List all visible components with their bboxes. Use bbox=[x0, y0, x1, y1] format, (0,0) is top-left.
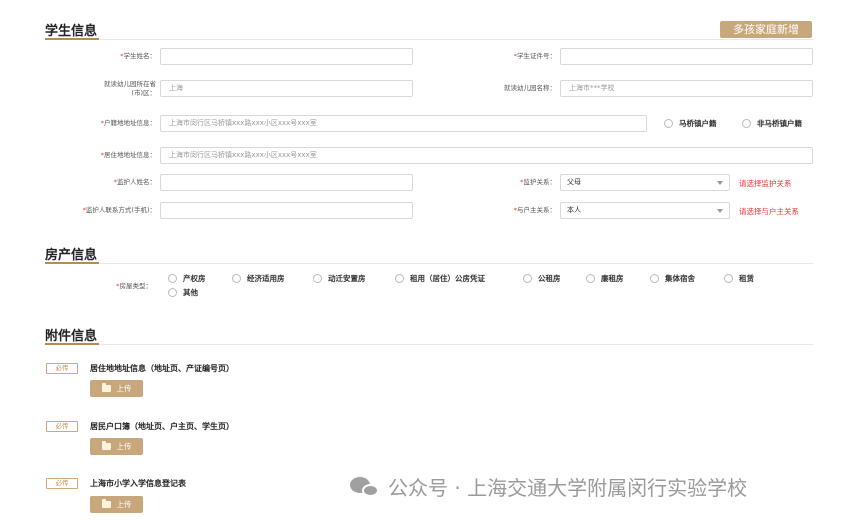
radio-circle-icon bbox=[523, 274, 532, 283]
house-type-option-label: 经济适用房 bbox=[247, 274, 285, 283]
wechat-icon bbox=[350, 475, 380, 499]
required-badge: 必传 bbox=[46, 421, 78, 432]
radio-circle-icon bbox=[650, 274, 659, 283]
hukou-address-input[interactable]: 上海市闵行区马桥镇xxx路xxx小区xxx号xxx室 bbox=[160, 115, 647, 132]
house-type-option[interactable]: 动迁安置房 bbox=[313, 273, 366, 284]
house-type-option-label: 集体宿舍 bbox=[665, 274, 695, 283]
house-type-option[interactable]: 租用（居住）公房凭证 bbox=[395, 273, 485, 284]
guardian-phone-input[interactable] bbox=[160, 202, 413, 219]
guardian-relation-select[interactable]: 父母 bbox=[560, 174, 730, 191]
house-type-option[interactable]: 集体宿舍 bbox=[650, 273, 695, 284]
house-type-option-label: 廉租房 bbox=[601, 274, 624, 283]
upload-button[interactable]: 上传 bbox=[90, 438, 143, 455]
folder-icon bbox=[101, 383, 111, 392]
attachment-title: 上海市小学入学信息登记表 bbox=[90, 479, 186, 488]
guardian-phone-label: *监护人联系方式(手机)： bbox=[82, 206, 156, 214]
kg-district-label: 就读幼儿园所在省 (市)区： bbox=[60, 80, 156, 98]
hukou-option-non-maqiao[interactable]: 非马桥镇户籍 bbox=[742, 118, 802, 129]
chevron-down-icon bbox=[717, 181, 723, 185]
householder-relation-hint: 请选择与户主关系 bbox=[739, 207, 799, 216]
householder-relation-value: 本人 bbox=[567, 206, 581, 214]
required-badge: 必传 bbox=[46, 478, 78, 489]
upload-button-label: 上传 bbox=[116, 500, 132, 509]
house-type-option[interactable]: 公租房 bbox=[523, 273, 561, 284]
residence-address-label: *居住地地址信息： bbox=[100, 151, 156, 159]
house-type-option[interactable]: 经济适用房 bbox=[232, 273, 285, 284]
radio-circle-icon bbox=[168, 274, 177, 283]
hukou-option-label: 非马桥镇户籍 bbox=[757, 119, 802, 128]
upload-button-label: 上传 bbox=[116, 442, 132, 451]
chevron-down-icon bbox=[717, 209, 723, 213]
house-type-option[interactable]: 产权房 bbox=[168, 273, 206, 284]
radio-circle-icon bbox=[313, 274, 322, 283]
required-badge: 必传 bbox=[46, 363, 78, 374]
house-type-option-label: 产权房 bbox=[183, 274, 206, 283]
student-name-label-text: *学生姓名： bbox=[120, 52, 156, 60]
folder-icon bbox=[101, 499, 111, 508]
attachment-title: 居住地地址信息（地址页、产证编号页） bbox=[90, 364, 234, 373]
house-type-option-label: 其他 bbox=[183, 288, 198, 297]
radio-circle-icon bbox=[168, 288, 177, 297]
kg-name-label: 就读幼儿园名称： bbox=[504, 84, 556, 92]
kg-district-input[interactable]: 上海 bbox=[160, 80, 413, 97]
radio-circle-icon bbox=[232, 274, 241, 283]
house-type-option-label: 公租房 bbox=[538, 274, 561, 283]
section-title-property: 房产信息 bbox=[45, 248, 98, 263]
guardian-relation-hint: 请选择监护关系 bbox=[739, 179, 792, 188]
section-divider bbox=[45, 344, 813, 345]
kg-name-input[interactable]: 上海市***学校 bbox=[560, 80, 813, 97]
wechat-watermark: 公众号 · 上海交通大学附属闵行实验学校 bbox=[350, 472, 747, 501]
section-title-attachments: 附件信息 bbox=[45, 329, 98, 344]
hukou-option-maqiao[interactable]: 马桥镇户籍 bbox=[664, 118, 717, 129]
section-divider bbox=[45, 39, 813, 40]
radio-circle-icon bbox=[742, 119, 751, 128]
add-child-button[interactable]: 多孩家庭新增 bbox=[720, 21, 812, 38]
attachment-title: 居民户口簿（地址页、户主页、学生页） bbox=[90, 422, 234, 431]
radio-circle-icon bbox=[395, 274, 404, 283]
house-type-option[interactable]: 租赁 bbox=[724, 273, 754, 284]
section-underline bbox=[45, 262, 99, 264]
radio-circle-icon bbox=[724, 274, 733, 283]
hukou-address-label: *户籍地地址信息： bbox=[100, 119, 156, 127]
folder-icon bbox=[101, 441, 111, 450]
student-name-input[interactable] bbox=[160, 48, 413, 65]
section-title-student: 学生信息 bbox=[45, 24, 98, 39]
radio-circle-icon bbox=[586, 274, 595, 283]
hukou-option-label: 马桥镇户籍 bbox=[679, 119, 717, 128]
house-type-option-label: 动迁安置房 bbox=[328, 274, 366, 283]
upload-button[interactable]: 上传 bbox=[90, 380, 143, 397]
kg-district-label-line2: (市)区： bbox=[131, 89, 156, 97]
householder-relation-label: *与户主关系： bbox=[513, 206, 556, 214]
guardian-name-label: *监护人姓名： bbox=[113, 178, 156, 186]
residence-address-input[interactable]: 上海市闵行区马桥镇xxx路xxx小区xxx号xxx室 bbox=[160, 147, 813, 164]
student-name-label: *学生姓名： bbox=[60, 52, 156, 61]
house-type-option[interactable]: 其他 bbox=[168, 287, 198, 298]
house-type-label: *房屋类型： bbox=[116, 282, 152, 290]
upload-button[interactable]: 上传 bbox=[90, 496, 143, 513]
section-underline bbox=[45, 343, 99, 345]
guardian-name-input[interactable] bbox=[160, 174, 413, 191]
householder-relation-select[interactable]: 本人 bbox=[560, 202, 730, 219]
house-type-option-label: 租用（居住）公房凭证 bbox=[410, 274, 485, 283]
radio-circle-icon bbox=[664, 119, 673, 128]
student-id-input[interactable] bbox=[560, 48, 813, 65]
house-type-option-label: 租赁 bbox=[739, 274, 754, 283]
upload-button-label: 上传 bbox=[116, 384, 132, 393]
guardian-relation-label: *监护关系： bbox=[520, 178, 556, 186]
section-divider bbox=[45, 263, 813, 264]
house-type-option[interactable]: 廉租房 bbox=[586, 273, 624, 284]
watermark-text: 公众号 · 上海交通大学附属闵行实验学校 bbox=[388, 476, 748, 500]
kg-district-label-line1: 就读幼儿园所在省 bbox=[104, 80, 156, 88]
student-id-label: *学生证件号： bbox=[513, 52, 556, 60]
section-underline bbox=[45, 38, 99, 40]
guardian-relation-value: 父母 bbox=[567, 178, 581, 186]
